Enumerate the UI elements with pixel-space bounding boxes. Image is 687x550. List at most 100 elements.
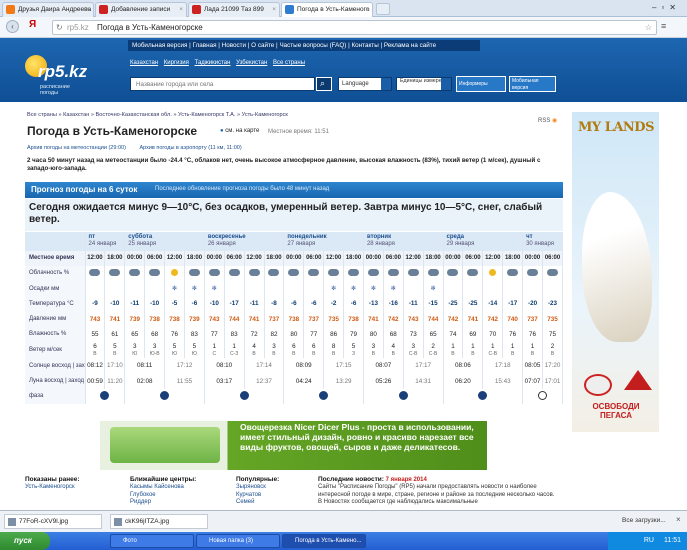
close-icon[interactable]: × [86, 3, 90, 16]
star-icon[interactable]: ☆ [645, 21, 652, 34]
reload-icon[interactable]: ↻ [56, 21, 63, 34]
moon-phase-icon [478, 390, 488, 400]
side-ad-banner[interactable]: MY LANDS ОСВОБОДИ ПЕГАСА [572, 112, 659, 432]
country-kz[interactable]: Казахстан [130, 60, 158, 66]
tab-2[interactable]: Добавление записи × [95, 2, 187, 17]
menu-about[interactable]: О сайте [251, 42, 274, 49]
cloud-cell [542, 265, 564, 281]
window-controls[interactable]: –▫✕ [652, 3, 681, 12]
wind-speed: 1 [510, 342, 515, 350]
tab-1[interactable]: Друзья Даира Андреева × [2, 2, 94, 17]
site-logo[interactable]: rp5.kz [38, 62, 87, 82]
day-header[interactable]: суббота 25 января [124, 232, 205, 251]
menu-home[interactable]: Главная [193, 42, 217, 49]
taskbar-item[interactable]: Фото [110, 534, 194, 548]
wind-cell: 1В [522, 341, 543, 359]
units-select[interactable]: Единицы измерений [396, 77, 452, 91]
country-tj[interactable]: Таджикистан [195, 60, 231, 66]
downloads-bar: 77FoR-cXV9l.jpg ckK96jITZA.jpg Все загру… [0, 510, 687, 532]
popular-link[interactable]: Курчатов [236, 492, 261, 498]
news-date[interactable]: 7 января 2014 [386, 477, 427, 483]
search-input[interactable] [130, 77, 315, 91]
cloud-icon [228, 268, 240, 276]
menu-faq[interactable]: Частые вопросы (FAQ) [279, 42, 346, 49]
day-header[interactable]: чт 30 января [522, 232, 563, 251]
tab-4-active[interactable]: Погода в Усть-Каменого × [281, 2, 373, 17]
close-icon[interactable]: × [676, 515, 681, 524]
humidity-cell: 80 [363, 326, 384, 342]
row-label: Осадки мм [25, 280, 86, 297]
country-all[interactable]: Все страны [273, 60, 305, 66]
wind-cell: 5В [104, 341, 126, 359]
menu-contacts[interactable]: Контакты [352, 42, 379, 49]
forecast-heading[interactable]: Прогноз погоды на 6 суток [31, 185, 137, 194]
cloud-icon [407, 268, 419, 276]
day-header[interactable]: пт 24 января [85, 232, 126, 251]
mobile-version-button[interactable]: Мобильная версия [509, 76, 556, 92]
day-header[interactable]: воскресенье 26 января [204, 232, 285, 251]
row-label: Давление мм [25, 311, 86, 327]
close-icon[interactable]: × [272, 3, 276, 16]
download-item[interactable]: ckK96jITZA.jpg [110, 514, 208, 529]
menu-ads[interactable]: Реклама на сайте [384, 42, 436, 49]
temp-cell: -17 [502, 296, 524, 312]
wind-speed: 3 [272, 342, 276, 350]
menu-news[interactable]: Новости [222, 42, 246, 49]
breadcrumb[interactable]: Все страны » Казахстан » Восточно-Казахс… [27, 112, 288, 118]
wind-cell: 1 С-В [482, 341, 504, 359]
country-kg[interactable]: Киргизия [164, 60, 189, 66]
day-header[interactable]: понедельник 27 января [283, 232, 364, 251]
tab-3[interactable]: Лада 21099 Таз 899 × [188, 2, 280, 17]
wind-cell: 1В [502, 341, 524, 359]
wind-speed: 1 [491, 342, 495, 350]
new-tab-button[interactable] [376, 3, 390, 15]
wind-speed: 2 [550, 342, 555, 350]
informers-button[interactable]: Информеры [456, 76, 506, 92]
yandex-icon[interactable]: Я [29, 19, 36, 30]
taskbar-item[interactable]: Новая папка (3) [196, 534, 280, 548]
map-link[interactable]: ● см. на карте [220, 128, 259, 134]
cloud-cell [124, 265, 146, 281]
country-uz[interactable]: Узбекистан [236, 60, 267, 66]
close-icon[interactable]: × [179, 3, 183, 16]
close-icon[interactable]: × [365, 3, 369, 16]
language-indicator[interactable]: RU [644, 537, 654, 544]
menu-icon[interactable]: ≡ [661, 21, 666, 31]
wind-direction: В [272, 350, 276, 357]
temp-cell: -11 [403, 296, 424, 312]
archive-airport-link[interactable]: Архив погоды в аэропорту (11 км, 11:00) [139, 145, 241, 151]
wind-direction: В [471, 350, 475, 357]
cloud-icon [367, 268, 379, 276]
hour-cell: 18:00 [502, 250, 524, 266]
wind-cell: 6В [283, 341, 305, 359]
hour-cell: 00:00 [204, 250, 225, 266]
start-button[interactable]: пуск [0, 532, 50, 550]
archive-station-link[interactable]: Архив погоды на метеостанции (29:00) [27, 145, 126, 151]
precip-cell [443, 280, 464, 297]
address-bar[interactable]: ↻ rp5.kz Погода в Усть-Каменогорске ☆ [52, 20, 657, 35]
language-select[interactable]: Language [338, 77, 392, 91]
popular-link[interactable]: Зыряновск [236, 484, 266, 490]
search-button[interactable]: ⌕ [316, 77, 332, 91]
temp-cell: -25 [462, 296, 484, 312]
ad-text[interactable]: Овощерезка Nicer Dicer Plus - проста в и… [240, 422, 485, 452]
rss-link[interactable]: RSS ◉ [538, 117, 557, 124]
popular-link[interactable]: Семей [236, 499, 254, 505]
row-label: Облачность % [25, 265, 86, 281]
day-header[interactable]: среда 29 января [443, 232, 524, 251]
viewed-link[interactable]: Усть-Каменогорск [25, 484, 75, 490]
pressure-cell: 735 [542, 311, 564, 327]
nearby-link[interactable]: Риддер [130, 499, 151, 505]
product-image [110, 427, 220, 463]
moon-phase-icon [398, 390, 408, 400]
nearby-link[interactable]: Глубокое [130, 492, 156, 498]
informers-label: Информеры [459, 81, 488, 87]
menu-mobile[interactable]: Мобильная версия [132, 42, 187, 49]
cloud-icon [507, 268, 519, 276]
download-item[interactable]: 77FoR-cXV9l.jpg [4, 514, 102, 529]
taskbar-item-active[interactable]: Погода в Усть-Камено... [282, 534, 366, 548]
back-button[interactable]: ‹ [6, 20, 19, 33]
nearby-link[interactable]: Касымы Кайсенова [130, 484, 184, 490]
all-downloads-link[interactable]: Все загрузки... [622, 517, 666, 524]
day-header[interactable]: вторник 28 января [363, 232, 444, 251]
